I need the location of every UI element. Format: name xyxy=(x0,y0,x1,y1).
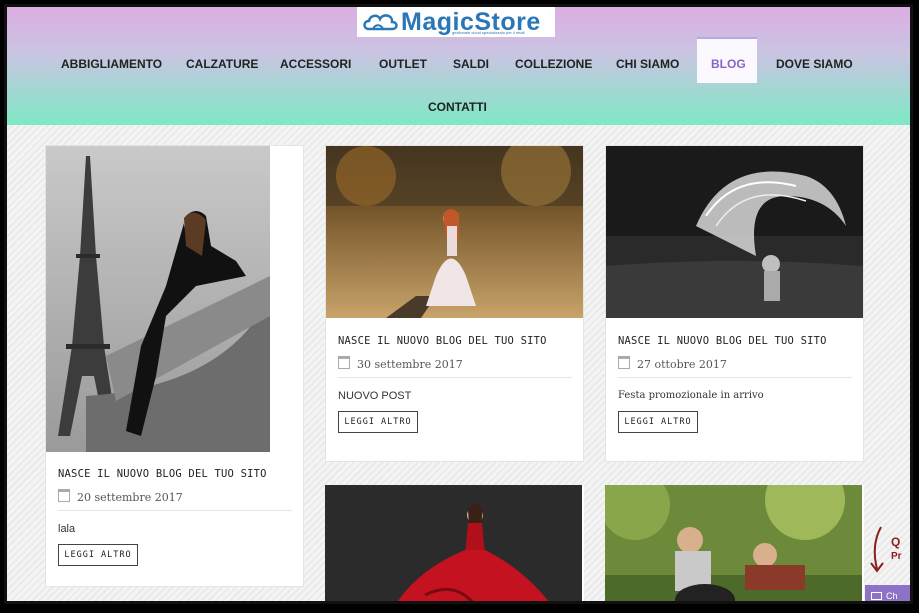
chat-button[interactable]: Ch xyxy=(865,585,910,601)
edge-widget-text-2: Pr xyxy=(891,551,902,562)
divider xyxy=(58,510,292,511)
post-title[interactable]: NASCE IL NUOVO BLOG DEL TUO SITO xyxy=(618,335,827,347)
post-excerpt: NUOVO POST xyxy=(338,390,412,402)
nav-item-saldi[interactable]: SALDI xyxy=(453,57,489,71)
post-image-hair-splash[interactable] xyxy=(606,146,863,318)
post-excerpt: Festa promozionale in arrivo xyxy=(618,390,764,401)
logo-tagline: gestionale cloud specializzato per il re… xyxy=(452,30,525,35)
post-image-children-dog[interactable] xyxy=(605,485,862,601)
chat-label: Ch xyxy=(886,591,898,601)
hair-splash-photo xyxy=(606,146,863,318)
post-date: 30 settembre 2017 xyxy=(338,356,463,371)
blog-post-card xyxy=(325,485,584,601)
nav-item-contatti[interactable]: CONTATTI xyxy=(428,100,487,114)
arrow-down-icon xyxy=(870,526,884,573)
dock-photo xyxy=(326,146,583,318)
post-date-text: 27 ottobre 2017 xyxy=(637,358,727,371)
edge-widget-text: Q xyxy=(891,535,901,549)
blog-post-card xyxy=(605,485,864,601)
browser-viewport: MagicStore gestionale cloud specializzat… xyxy=(4,4,913,604)
post-image-eiffel[interactable] xyxy=(46,146,270,452)
blog-post-card: NASCE IL NUOVO BLOG DEL TUO SITO 30 sett… xyxy=(325,145,584,462)
post-title[interactable]: NASCE IL NUOVO BLOG DEL TUO SITO xyxy=(338,335,547,347)
read-more-button[interactable]: LEGGI ALTRO xyxy=(338,411,418,433)
divider xyxy=(338,377,572,378)
divider xyxy=(618,377,852,378)
mail-icon xyxy=(871,592,882,600)
children-dog-photo xyxy=(605,485,862,601)
nav-item-dove-siamo[interactable]: DOVE SIAMO xyxy=(776,57,853,71)
nav-item-outlet[interactable]: OUTLET xyxy=(379,57,427,71)
blog-post-card: NASCE IL NUOVO BLOG DEL TUO SITO 27 otto… xyxy=(605,145,864,462)
post-excerpt: lala xyxy=(58,523,76,535)
nav-item-accessori[interactable]: ACCESSORI xyxy=(280,57,351,71)
red-dress-photo xyxy=(325,485,582,601)
post-date-text: 30 settembre 2017 xyxy=(357,358,463,371)
eiffel-photo xyxy=(46,146,270,452)
nav-item-blog[interactable]: BLOG xyxy=(711,57,746,71)
post-date: 20 settembre 2017 xyxy=(58,489,183,504)
site-logo[interactable]: MagicStore gestionale cloud specializzat… xyxy=(357,7,555,37)
nav-item-calzature[interactable]: CALZATURE xyxy=(186,57,258,71)
nav-item-collezione[interactable]: COLLEZIONE xyxy=(515,57,592,71)
post-image-red-dress[interactable] xyxy=(325,485,582,601)
post-date: 27 ottobre 2017 xyxy=(618,356,727,371)
blog-grid-area: NASCE IL NUOVO BLOG DEL TUO SITO 20 sett… xyxy=(7,125,910,601)
cloud-logo-icon xyxy=(363,14,398,31)
calendar-icon xyxy=(58,489,70,502)
nav-item-chi-siamo[interactable]: CHI SIAMO xyxy=(616,57,679,71)
read-more-button[interactable]: LEGGI ALTRO xyxy=(58,544,138,566)
post-image-dock[interactable] xyxy=(326,146,583,318)
read-more-button[interactable]: LEGGI ALTRO xyxy=(618,411,698,433)
blog-post-card: NASCE IL NUOVO BLOG DEL TUO SITO 20 sett… xyxy=(45,145,304,587)
post-date-text: 20 settembre 2017 xyxy=(77,491,183,504)
calendar-icon xyxy=(618,356,630,369)
post-title[interactable]: NASCE IL NUOVO BLOG DEL TUO SITO xyxy=(58,468,267,480)
calendar-icon xyxy=(338,356,350,369)
site-header: MagicStore gestionale cloud specializzat… xyxy=(7,7,910,125)
nav-item-abbigliamento[interactable]: ABBIGLIAMENTO xyxy=(61,57,162,71)
